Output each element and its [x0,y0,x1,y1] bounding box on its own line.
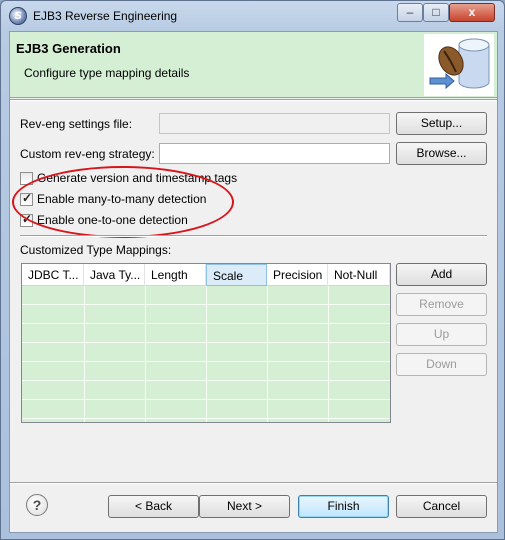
column-header-scale[interactable]: Scale [206,264,267,286]
help-icon[interactable]: ? [26,494,48,516]
grid-line [145,286,146,422]
close-button[interactable]: x [449,3,495,22]
settings-file-field [159,113,390,134]
minimize-button[interactable]: – [397,3,423,22]
dialog-window: S EJB3 Reverse Engineering – □ x EJB3 Ge… [0,0,505,540]
strategy-label: Custom rev-eng strategy: [20,147,155,161]
dialog-client-area: EJB3 Generation Configure type mapping d… [9,31,498,533]
title-bar[interactable]: S EJB3 Reverse Engineering – □ x [1,1,504,31]
remove-button[interactable]: Remove [396,293,487,316]
down-button[interactable]: Down [396,353,487,376]
column-header-precision[interactable]: Precision [267,264,328,286]
add-button[interactable]: Add [396,263,487,286]
table-header: JDBC T... Java Ty... Length Scale Precis… [22,264,390,286]
next-button[interactable]: Next > [199,495,290,518]
wizard-header: EJB3 Generation Configure type mapping d… [10,32,497,98]
red-highlight-ellipse [12,166,234,238]
grid-line [206,286,207,422]
page-description: Configure type mapping details [24,66,190,80]
back-button[interactable]: < Back [108,495,199,518]
finish-button[interactable]: Finish [298,495,389,518]
grid-line [328,286,329,422]
column-header-length[interactable]: Length [145,264,206,286]
window-title: EJB3 Reverse Engineering [33,9,178,23]
mappings-label: Customized Type Mappings: [20,243,172,257]
up-button[interactable]: Up [396,323,487,346]
browse-button[interactable]: Browse... [396,142,487,165]
column-header-java-type[interactable]: Java Ty... [84,264,145,286]
settings-file-label: Rev-eng settings file: [20,117,133,131]
app-icon: S [9,7,27,25]
column-header-not-null[interactable]: Not-Null [328,264,390,286]
type-mappings-table[interactable]: JDBC T... Java Ty... Length Scale Precis… [21,263,391,423]
cancel-button[interactable]: Cancel [396,495,487,518]
grid-line [84,286,85,422]
footer-separator [10,482,497,484]
strategy-field[interactable] [159,143,390,164]
setup-button[interactable]: Setup... [396,112,487,135]
coffee-bean-database-icon [424,34,494,96]
header-separator [10,99,497,101]
column-header-jdbc-type[interactable]: JDBC T... [22,264,84,286]
grid-line [267,286,268,422]
options-separator [20,235,487,237]
maximize-button[interactable]: □ [423,3,449,22]
page-title: EJB3 Generation [16,41,121,56]
